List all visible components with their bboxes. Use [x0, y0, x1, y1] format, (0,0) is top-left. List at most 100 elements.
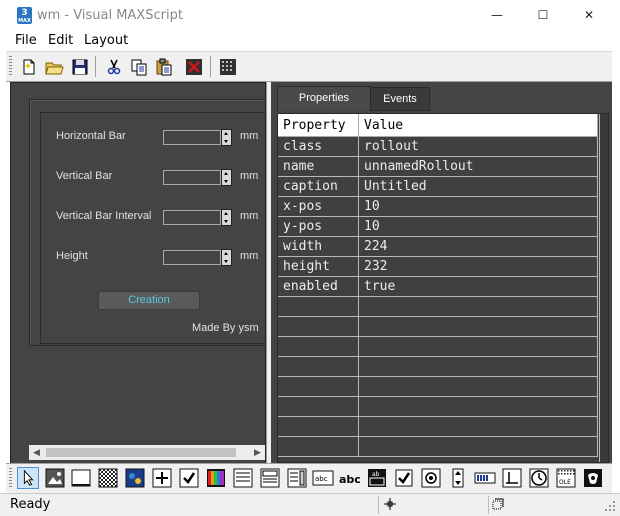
toolbar-grip[interactable]	[9, 468, 12, 488]
delete-icon[interactable]	[183, 56, 205, 78]
spinner-icon[interactable]	[447, 467, 469, 489]
edittext-icon[interactable]: abc	[312, 467, 334, 489]
property-value[interactable]: 10	[358, 196, 598, 217]
rollout-preview[interactable]: Horizontal Bar mm Vertical Bar mm Vertic…	[29, 99, 265, 346]
menu-edit[interactable]: Edit	[48, 33, 73, 48]
property-value[interactable]: rollout	[358, 136, 598, 157]
close-button[interactable]: ✕	[566, 0, 612, 31]
column-header-value: Value	[358, 114, 598, 137]
color-picker-icon[interactable]	[205, 467, 227, 489]
button-icon[interactable]	[70, 467, 92, 489]
listbox-icon[interactable]	[286, 467, 308, 489]
table-row[interactable]: name unnamedRollout	[278, 156, 598, 177]
height-spinner-arrows[interactable]	[221, 249, 232, 266]
svg-text:abc: abc	[315, 475, 328, 483]
select-arrow-icon[interactable]	[17, 467, 39, 489]
creation-button[interactable]: Creation	[98, 291, 200, 310]
maximize-button[interactable]: ☐	[520, 0, 566, 31]
save-icon[interactable]	[69, 56, 91, 78]
empty-cell	[278, 336, 359, 357]
vertical-bar-interval-unit: mm	[240, 210, 259, 222]
empty-cell	[358, 416, 598, 437]
horizontal-bar-unit: mm	[240, 130, 259, 142]
activex-icon[interactable]: OLE	[555, 467, 577, 489]
copy-icon[interactable]	[128, 56, 150, 78]
property-name: class	[278, 136, 359, 157]
bitmap-icon[interactable]	[44, 467, 66, 489]
minimize-button[interactable]: —	[474, 0, 520, 31]
label-icon[interactable]: abc	[339, 467, 361, 489]
scrollbar-thumb[interactable]	[46, 448, 236, 457]
empty-cell	[358, 436, 598, 457]
size-icon	[492, 498, 504, 510]
property-grid: Property Value class rollout name unnamedR…	[277, 113, 609, 463]
cut-icon[interactable]	[103, 56, 125, 78]
checkbox-icon[interactable]	[393, 467, 415, 489]
vertical-bar-spinner-field[interactable]	[163, 170, 221, 185]
property-value[interactable]: unnamedRollout	[358, 156, 598, 177]
radiobutton-icon[interactable]	[420, 467, 442, 489]
slider-icon[interactable]	[501, 467, 523, 489]
horizontal-bar-spinner-arrows[interactable]	[221, 129, 232, 146]
status-text: Ready	[10, 497, 51, 512]
tab-events[interactable]: Events	[370, 87, 430, 111]
table-row[interactable]: x-pos 10	[278, 196, 598, 217]
vertical-bar-interval-spinner-arrows[interactable]	[221, 209, 232, 226]
empty-cell	[358, 356, 598, 377]
progressbar-icon[interactable]	[474, 467, 496, 489]
timer-icon[interactable]	[528, 467, 550, 489]
empty-cell	[278, 296, 359, 317]
open-folder-icon[interactable]	[43, 56, 65, 78]
map-button-icon[interactable]	[97, 467, 119, 489]
horizontal-scrollbar[interactable]: ◀ ▶	[29, 445, 265, 460]
scroll-right-icon[interactable]: ▶	[250, 445, 265, 460]
toolbar-grip[interactable]	[9, 56, 12, 76]
horizontal-bar-spinner-field[interactable]	[163, 130, 221, 145]
material-button-icon[interactable]	[124, 467, 146, 489]
new-file-icon[interactable]	[18, 56, 40, 78]
vertical-bar-interval-label: Vertical Bar Interval	[56, 210, 152, 222]
vertical-scrollbar[interactable]	[599, 114, 608, 462]
svg-text:ab: ab	[372, 471, 380, 478]
status-separator	[488, 496, 489, 514]
empty-cell	[358, 336, 598, 357]
empty-row	[278, 296, 598, 317]
toolbar-separator	[95, 56, 96, 77]
menu-layout[interactable]: Layout	[84, 33, 128, 48]
property-value[interactable]: true	[358, 276, 598, 297]
property-value[interactable]: 232	[358, 256, 598, 277]
table-row[interactable]: enabled true	[278, 276, 598, 297]
combobox-icon[interactable]	[232, 467, 254, 489]
checkbutton-icon[interactable]	[178, 467, 200, 489]
pickbutton-icon[interactable]	[151, 467, 173, 489]
main-toolbar	[6, 51, 612, 82]
dropdown-icon[interactable]	[259, 467, 281, 489]
design-canvas[interactable]: Horizontal Bar mm Vertical Bar mm Vertic…	[10, 82, 266, 465]
horizontal-bar-label: Horizontal Bar	[56, 130, 126, 142]
empty-cell	[358, 296, 598, 317]
vertical-bar-interval-spinner-field[interactable]	[163, 210, 221, 225]
table-row[interactable]: y-pos 10	[278, 216, 598, 237]
table-row[interactable]: class rollout	[278, 136, 598, 157]
tab-properties[interactable]: Properties	[277, 86, 371, 111]
window-title: wm - Visual MAXScript	[37, 8, 183, 23]
grid-icon[interactable]	[217, 56, 239, 78]
vertical-bar-spinner-arrows[interactable]	[221, 169, 232, 186]
empty-row	[278, 336, 598, 357]
table-row[interactable]: caption Untitled	[278, 176, 598, 197]
height-spinner-field[interactable]	[163, 250, 221, 265]
groupbox-icon[interactable]: ab	[366, 467, 388, 489]
empty-row	[278, 356, 598, 377]
property-value[interactable]: Untitled	[358, 176, 598, 197]
paste-icon[interactable]	[153, 56, 175, 78]
table-row[interactable]: height 232	[278, 256, 598, 277]
property-value[interactable]: 10	[358, 216, 598, 237]
resize-grip-icon[interactable]	[604, 500, 616, 512]
property-table: Property Value class rollout name unnamedR…	[278, 114, 598, 457]
table-row[interactable]: width 224	[278, 236, 598, 257]
menu-file[interactable]: File	[15, 33, 37, 48]
custom-control-icon[interactable]	[582, 467, 604, 489]
scroll-left-icon[interactable]: ◀	[29, 445, 44, 460]
property-value[interactable]: 224	[358, 236, 598, 257]
property-name: enabled	[278, 276, 359, 297]
